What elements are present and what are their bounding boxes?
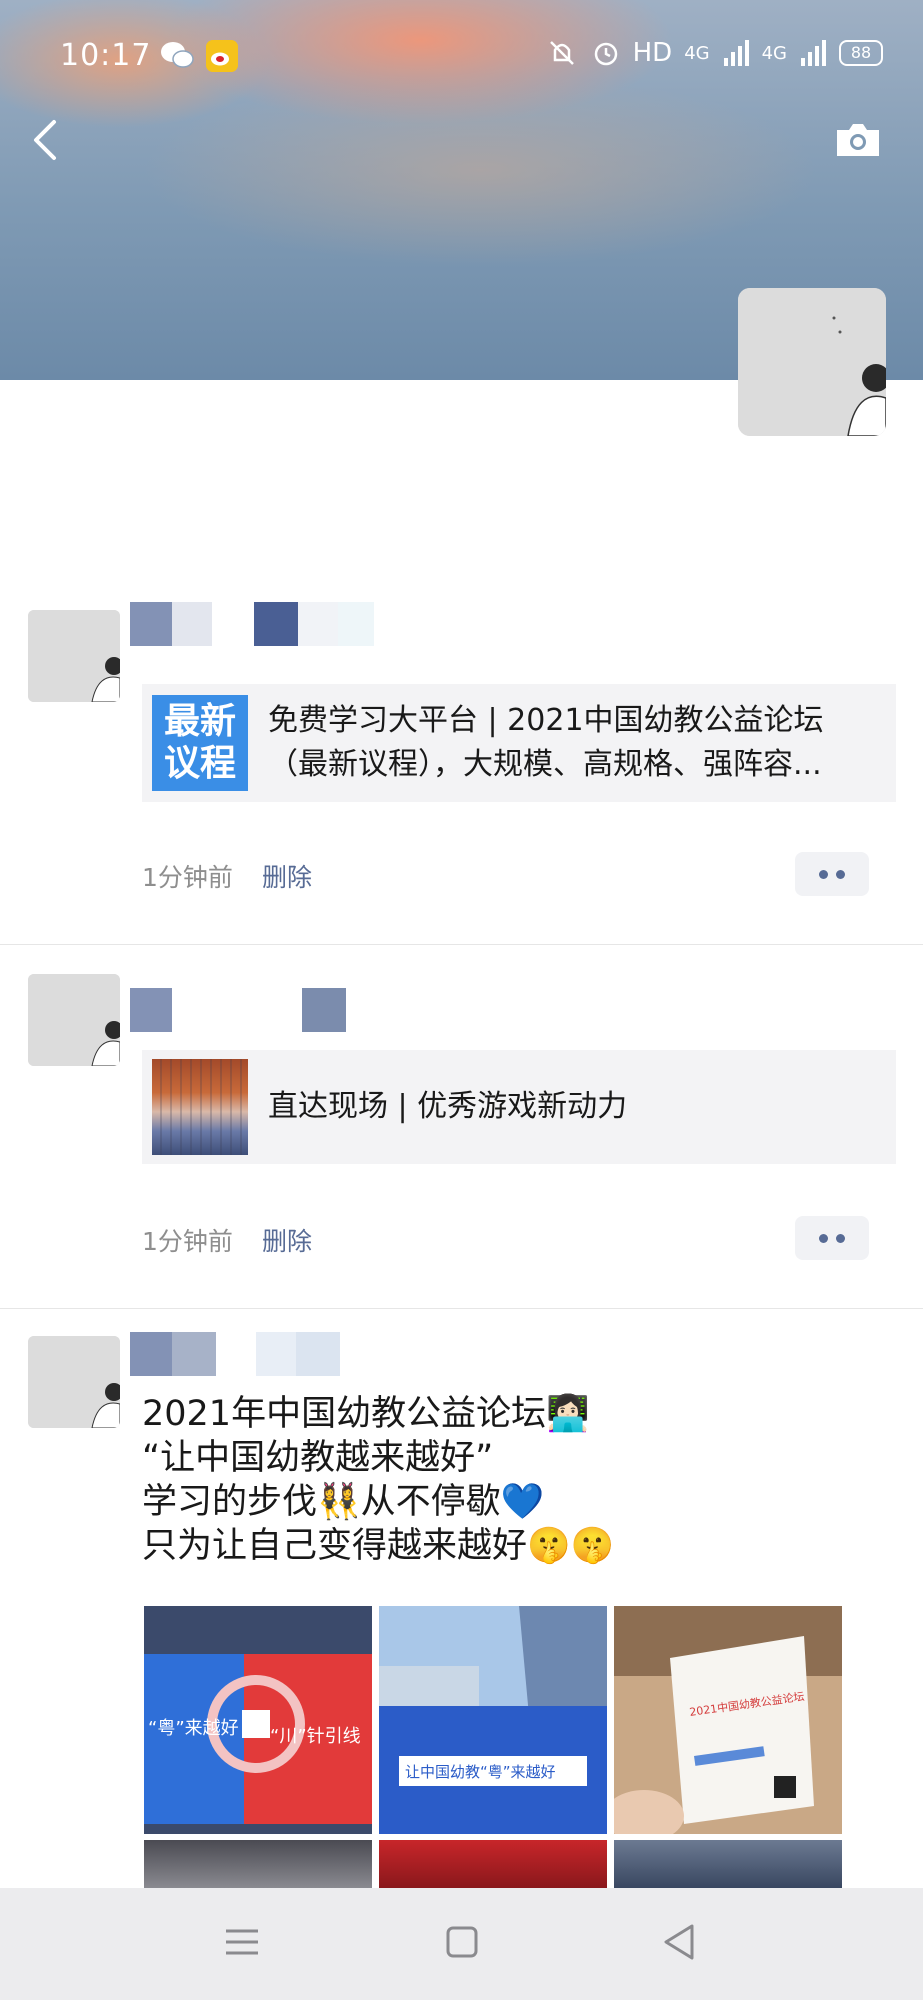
- post-text-line: 只为让自己变得越来越好🤫🤫: [142, 1526, 615, 1566]
- system-nav-bar: [0, 1888, 923, 2000]
- post-photo[interactable]: 让中国幼教“粤”来越好: [379, 1606, 607, 1834]
- card-title-line-2: （最新议程），大规模、高规格、强阵容...: [268, 747, 822, 782]
- hd-indicator: HD: [632, 38, 673, 68]
- post-photo[interactable]: “粤”来越好 “川”针引线: [144, 1606, 372, 1834]
- avatar-illustration-icon: [28, 610, 120, 702]
- divider: [0, 1308, 923, 1309]
- dot-icon: [819, 1233, 828, 1243]
- weibo-icon: [206, 40, 238, 72]
- post-photo[interactable]: 2021中国幼教公益论坛: [614, 1606, 842, 1834]
- post-text-line: 学习的步伐👯‍♀️从不停歇💙: [142, 1482, 545, 1522]
- signal-label-1: 4G: [684, 42, 710, 64]
- photo-caption: “川”针引线: [270, 1726, 361, 1747]
- photo-caption: “粤”来越好: [148, 1718, 239, 1739]
- post-text-line: “让中国幼教越来越好”: [142, 1438, 494, 1478]
- forum-handbook-photo-icon: 2021中国幼教公益论坛: [614, 1606, 842, 1834]
- signal-icon: [723, 40, 749, 66]
- chevron-left-icon[interactable]: [30, 118, 60, 162]
- post-time: 1分钟前: [142, 1227, 233, 1256]
- card-title-line-1: 免费学习大平台 | 2021中国幼教公益论坛: [268, 703, 824, 738]
- delete-link[interactable]: 删除: [262, 858, 312, 894]
- status-bar: 10:17 HD 4G 4G 88: [0, 0, 923, 110]
- post-text: 2021年中国幼教公益论坛👩🏻‍💻 “让中国幼教越来越好” 学习的步伐👯‍♀️从…: [142, 1392, 614, 1568]
- battery-icon: 88: [839, 40, 883, 66]
- thumb-text-1: 最新: [163, 701, 236, 742]
- card-title-line-1: 直达现场 | 优秀游戏新动力: [268, 1089, 628, 1124]
- more-options-button[interactable]: [795, 1216, 869, 1260]
- dot-icon: [836, 869, 845, 879]
- photo-caption: 让中国幼教“粤”来越好: [405, 1763, 556, 1781]
- status-indicators: HD 4G 4G 88: [545, 38, 883, 68]
- agenda-thumbnail: 最新 议程: [152, 695, 248, 791]
- post-time: 1分钟前: [142, 863, 233, 892]
- back-triangle-icon[interactable]: [656, 1918, 704, 1966]
- camera-icon[interactable]: [833, 120, 883, 160]
- card-title: 直达现场 | 优秀游戏新动力: [268, 1085, 888, 1129]
- event-photo-thumbnail: [152, 1059, 248, 1155]
- signal-label-2: 4G: [761, 42, 787, 64]
- status-time: 10:17: [60, 38, 152, 73]
- profile-avatar[interactable]: [738, 288, 886, 436]
- avatar-illustration-icon: [28, 1336, 120, 1428]
- blurred-username[interactable]: [130, 1332, 340, 1376]
- menu-icon[interactable]: [218, 1918, 266, 1966]
- home-square-icon[interactable]: [438, 1918, 486, 1966]
- alarm-icon: [594, 42, 617, 66]
- delete-link[interactable]: 删除: [262, 1222, 312, 1258]
- signal-icon-2: [801, 40, 826, 66]
- post-avatar[interactable]: [28, 974, 120, 1066]
- link-card[interactable]: 直达现场 | 优秀游戏新动力: [142, 1050, 896, 1164]
- forum-venue-photo-icon: 让中国幼教“粤”来越好: [379, 1606, 607, 1834]
- card-title: 免费学习大平台 | 2021中国幼教公益论坛 （最新议程），大规模、高规格、强阵…: [268, 699, 888, 787]
- thumb-text-2: 议程: [163, 743, 236, 784]
- blurred-username[interactable]: [130, 602, 374, 646]
- mute-icon: [549, 41, 574, 65]
- forum-banner-photo-icon: “粤”来越好 “川”针引线: [144, 1606, 372, 1834]
- post-text-line: 2021年中国幼教公益论坛👩🏻‍💻: [142, 1394, 590, 1434]
- girl-illustration-icon: [738, 288, 886, 436]
- wechat-icon: [161, 42, 194, 68]
- dot-icon: [836, 1233, 845, 1243]
- blurred-username[interactable]: [130, 988, 346, 1032]
- link-card[interactable]: 最新 议程 免费学习大平台 | 2021中国幼教公益论坛 （最新议程），大规模、…: [142, 684, 896, 802]
- dot-icon: [819, 869, 828, 879]
- post-avatar[interactable]: [28, 1336, 120, 1428]
- post-avatar[interactable]: [28, 610, 120, 702]
- avatar-illustration-icon: [28, 974, 120, 1066]
- divider: [0, 944, 923, 945]
- more-options-button[interactable]: [795, 852, 869, 896]
